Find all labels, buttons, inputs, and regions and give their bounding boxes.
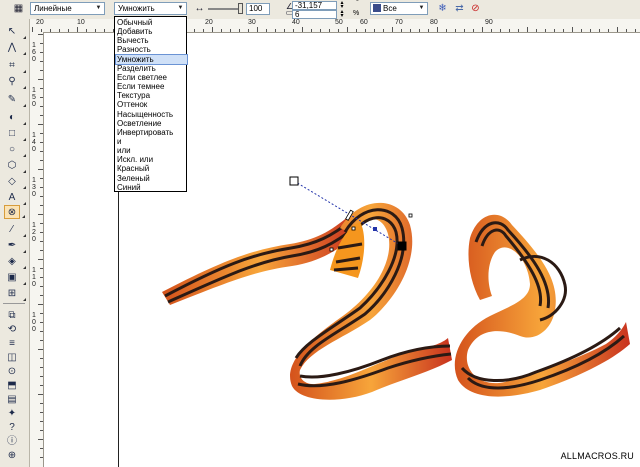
ribbon-digit-2-first[interactable] (290, 202, 452, 400)
ribbon-streamer[interactable] (162, 215, 357, 305)
merge-mode-option[interactable]: Разделить (116, 64, 187, 73)
merge-mode-option[interactable]: Если светлее (116, 73, 187, 82)
ribbon-digit-second[interactable] (454, 214, 630, 397)
merge-mode-option[interactable]: Добавить (116, 27, 187, 36)
merge-mode-option[interactable]: Зеленый (116, 174, 187, 183)
merge-mode-option[interactable]: Разность (116, 45, 187, 54)
merge-mode-option[interactable]: Обычный (116, 18, 187, 27)
merge-mode-option[interactable]: Умножить (115, 53, 188, 65)
watermark-text: ALLMACROS.RU (560, 451, 634, 461)
merge-mode-option[interactable]: Насыщенность (116, 110, 187, 119)
merge-mode-option[interactable]: или (116, 146, 187, 155)
merge-mode-option[interactable]: Искл. или (116, 155, 187, 164)
merge-mode-option[interactable]: и (116, 137, 187, 146)
merge-mode-option[interactable]: Если темнее (116, 82, 187, 91)
merge-mode-option[interactable]: Синий (116, 183, 187, 192)
merge-mode-dropdown: Обычный Добавить Вычесть Разность Умножить Ра… (114, 16, 188, 192)
merge-mode-option[interactable]: Осветление (116, 119, 187, 128)
drawing-canvas[interactable] (0, 0, 640, 467)
merge-mode-option[interactable]: Текстура (116, 91, 187, 100)
merge-mode-option[interactable]: Вычесть (116, 36, 187, 45)
merge-mode-option[interactable]: Инвертировать (116, 128, 187, 137)
merge-mode-option[interactable]: Оттенок (116, 100, 187, 109)
merge-mode-option[interactable]: Красный (116, 164, 187, 173)
